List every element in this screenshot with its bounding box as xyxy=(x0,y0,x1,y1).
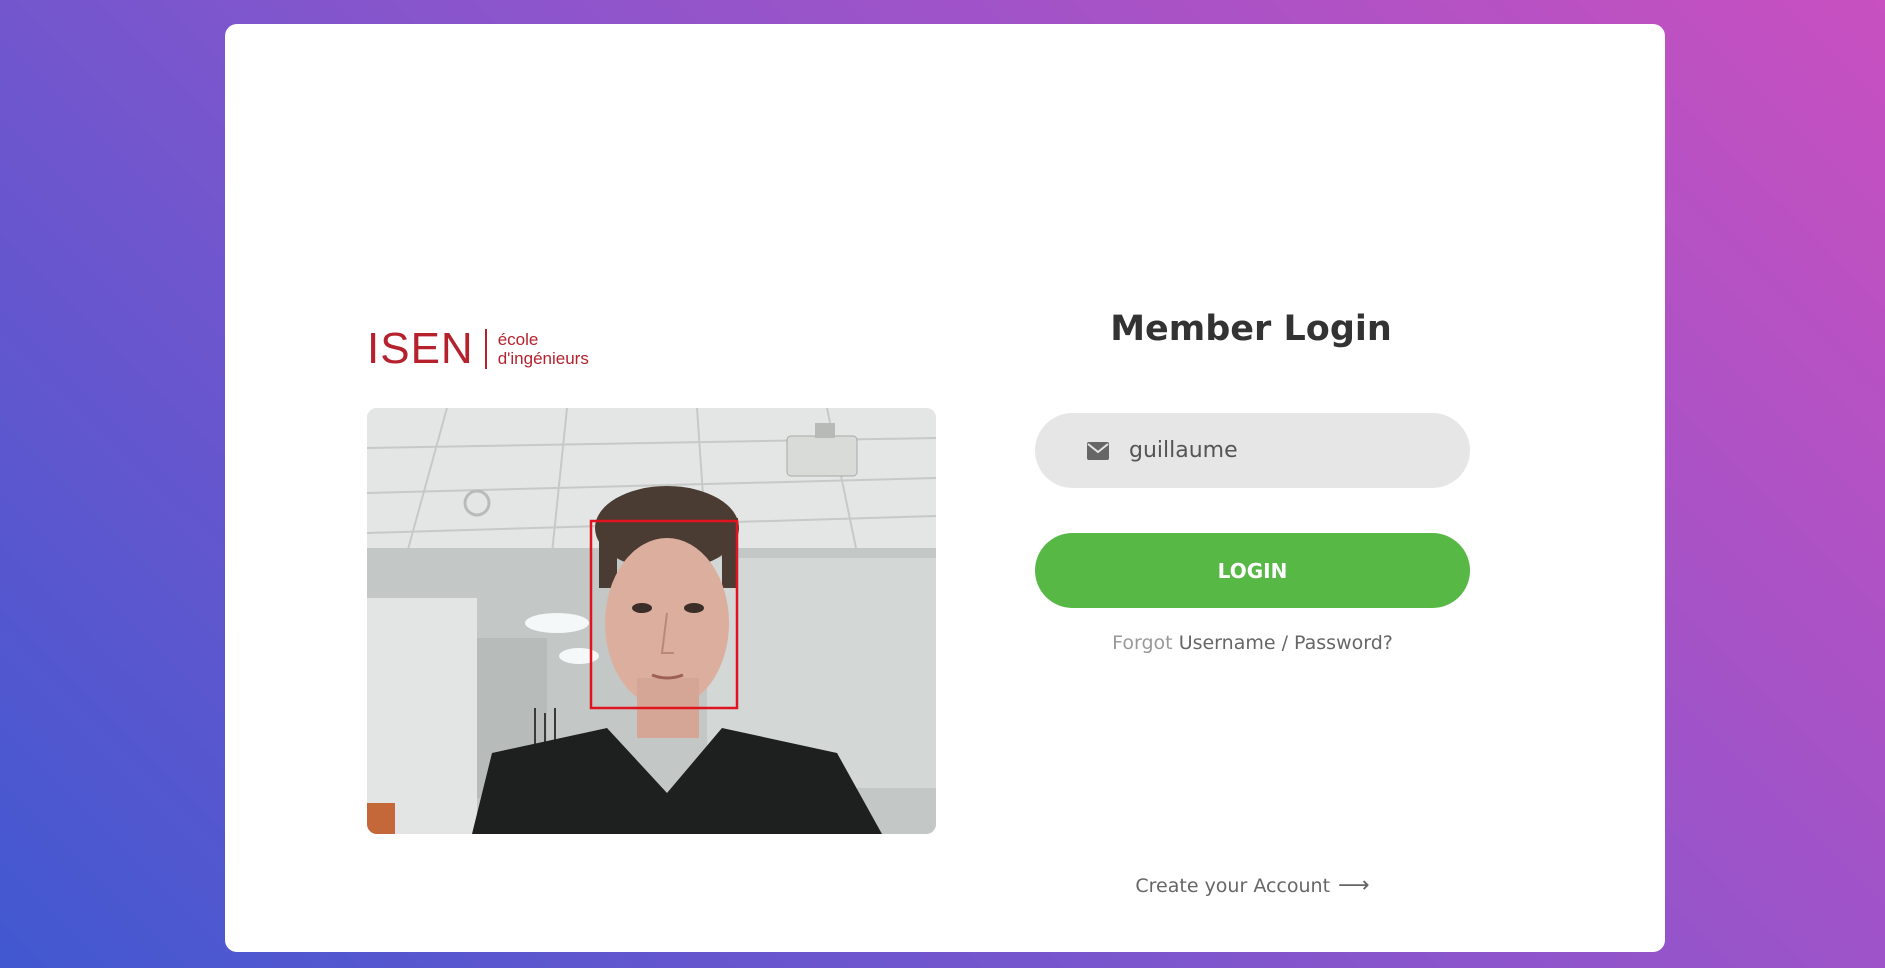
create-account-label: Create your Account xyxy=(1135,875,1331,897)
isen-logo: ISEN école d'ingénieurs xyxy=(367,327,589,371)
logo-subtitle-line1: école xyxy=(497,330,539,349)
forgot-prefix: Forgot xyxy=(1112,632,1173,654)
username-input[interactable] xyxy=(1127,437,1431,464)
login-card: ISEN école d'ingénieurs Member Login gui… xyxy=(225,24,1665,952)
logo-separator xyxy=(484,329,487,369)
arrow-right-icon: ⟶ xyxy=(1338,873,1370,898)
login-button[interactable]: LOGIN xyxy=(1035,533,1470,608)
page-title: Member Login xyxy=(1110,309,1392,349)
logo-subtitle-line2: d'ingénieurs xyxy=(497,349,589,368)
forgot-username-password-link[interactable]: Username / Password? xyxy=(1179,632,1393,654)
envelope-icon xyxy=(1087,441,1109,460)
webcam-feed xyxy=(367,408,936,834)
forgot-credentials: Forgot Username / Password? xyxy=(1035,632,1470,654)
create-account-link[interactable]: Create your Account ⟶ xyxy=(1035,873,1470,898)
webcam-image xyxy=(367,408,936,834)
username-field[interactable] xyxy=(1035,413,1470,488)
logo-wordmark: ISEN xyxy=(367,324,474,373)
logo-subtitle: école d'ingénieurs xyxy=(498,330,589,368)
